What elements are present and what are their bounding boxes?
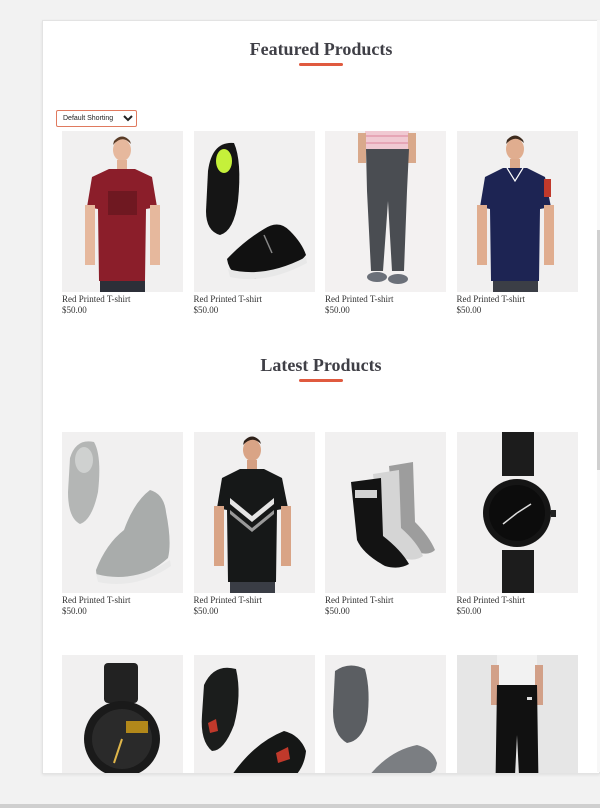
product-price: $50.00 (193, 305, 219, 315)
latest-title-underline (299, 379, 343, 382)
product-image-black-puma-tshirt[interactable] (193, 432, 315, 593)
product-image-red-tshirt[interactable] (62, 131, 183, 292)
product-card[interactable] (62, 655, 183, 773)
product-name[interactable]: Red Printed T-shirt (457, 595, 578, 606)
product-card[interactable]: Red Printed T-shirt $50.00 (62, 131, 183, 316)
product-image-grey-joggers[interactable] (325, 131, 446, 292)
product-image-navy-polo[interactable] (456, 131, 578, 292)
product-card[interactable]: Red Printed T-shirt $50.00 (193, 432, 315, 617)
product-card[interactable]: Red Printed T-shirt $50.00 (325, 432, 446, 617)
product-card[interactable]: Red Printed T-shirt $50.00 (456, 432, 578, 617)
product-name[interactable]: Red Printed T-shirt (325, 595, 446, 606)
product-image-black-red-sneakers[interactable] (193, 655, 315, 773)
latest-products-grid-row2 (62, 655, 578, 773)
featured-products-grid: Red Printed T-shirt $50.00 Red Printed T… (62, 131, 578, 316)
featured-title: Featured Products (249, 39, 393, 59)
product-name[interactable]: Red Printed T-shirt (62, 294, 183, 305)
product-image-hrx-socks[interactable] (325, 432, 446, 593)
product-name[interactable]: Red Printed T-shirt (194, 294, 315, 305)
product-image-black-sneakers[interactable] (193, 131, 315, 292)
product-price: $50.00 (62, 305, 87, 315)
product-card[interactable]: Red Printed T-shirt $50.00 (62, 432, 183, 617)
product-image-grey-slip-ons[interactable] (325, 655, 446, 773)
product-name[interactable]: Red Printed T-shirt (457, 294, 578, 305)
product-name[interactable]: Red Printed T-shirt (194, 595, 315, 606)
product-price: $50.00 (456, 305, 482, 315)
product-price: $50.00 (193, 606, 219, 616)
page-content: Featured Products Default Shorting Red P… (42, 20, 600, 774)
product-name[interactable]: Red Printed T-shirt (325, 294, 446, 305)
product-image-grey-high-tops[interactable] (62, 432, 183, 593)
latest-products-grid: Red Printed T-shirt $50.00 Red Printed T… (62, 432, 578, 617)
product-card[interactable] (456, 655, 578, 773)
product-image-black-track-pants[interactable] (456, 655, 578, 773)
product-card[interactable]: Red Printed T-shirt $50.00 (456, 131, 578, 316)
product-price: $50.00 (325, 305, 350, 315)
latest-title: Latest Products (260, 355, 382, 375)
product-price: $50.00 (456, 606, 482, 616)
product-card[interactable]: Red Printed T-shirt $50.00 (193, 131, 315, 316)
product-image-black-watch[interactable] (456, 432, 578, 593)
product-price: $50.00 (325, 606, 350, 616)
product-card[interactable]: Red Printed T-shirt $50.00 (325, 131, 446, 316)
featured-title-underline (299, 63, 343, 66)
product-card[interactable] (193, 655, 315, 773)
bottom-edge (0, 804, 600, 808)
sort-select[interactable]: Default Shorting (56, 110, 137, 127)
product-name[interactable]: Red Printed T-shirt (62, 595, 183, 606)
product-image-sport-watch[interactable] (62, 655, 183, 773)
product-card[interactable] (325, 655, 446, 773)
product-price: $50.00 (62, 606, 87, 616)
